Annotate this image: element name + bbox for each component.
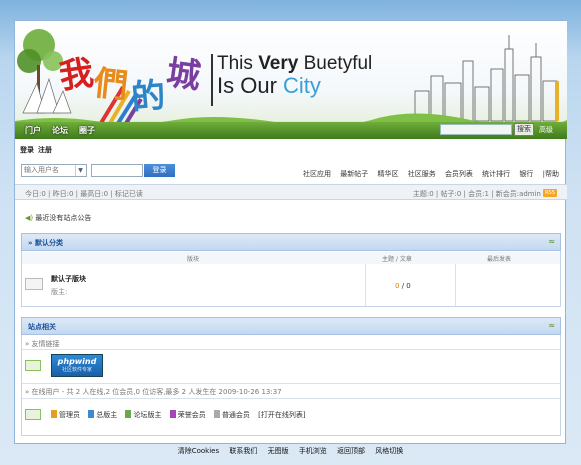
honor-member-icon [169, 410, 176, 418]
footer-contact[interactable]: 联系我们 [229, 447, 257, 455]
legend-label: 荣誉会员 [177, 411, 206, 419]
legend-forum-mod: 论坛版主 [125, 410, 162, 419]
category-title[interactable]: » 默认分类 [28, 238, 63, 248]
legend-label: 管理员 [59, 411, 80, 419]
stats-right: 主题:0 | 帖子:0 | 会员:1 | 新会员:admin [412, 190, 541, 198]
collapse-icon[interactable]: ≈ [548, 237, 555, 246]
partner-logo-sub: 社区软件专家 [61, 367, 92, 373]
friend-links-label: » 友情链接 [25, 340, 60, 348]
supermod-icon [88, 410, 95, 418]
links-icon [25, 360, 41, 371]
footer-back-to-top[interactable]: 返回顶部 [337, 447, 365, 455]
legend-admin: 管理员 [51, 410, 80, 419]
row-divider [455, 264, 456, 306]
forum-mod-icon [125, 410, 132, 418]
topnav-latest[interactable]: 最新帖子 [340, 170, 368, 178]
col-topics: 主题 / 文章 [382, 256, 412, 263]
page-container: 我 們 的 城 This Very Buetyful Is Our City 门… [14, 20, 567, 444]
admin-icon [51, 410, 57, 418]
footer-clear-cookies[interactable]: 清除Cookies [178, 447, 219, 455]
login-link[interactable]: 登录 [20, 146, 34, 154]
advanced-search-link[interactable]: 高级 [539, 125, 553, 135]
header-banner: 我 們 的 城 This Very Buetyful Is Our City 门… [15, 21, 567, 139]
topnav-bank[interactable]: 银行 [519, 170, 533, 178]
username-field[interactable]: 输入用户名 ▼ [21, 164, 87, 177]
rss-icon[interactable]: RSS [543, 189, 557, 197]
row-divider [365, 264, 366, 306]
logo-char-4: 城 [163, 52, 204, 98]
slogan: This Very Buetyful Is Our City [217, 53, 372, 99]
row-divider [22, 398, 560, 399]
partner-logo-phpwind[interactable]: phpwind 社区软件专家 [51, 354, 103, 377]
forum-name[interactable]: 默认子版块 [51, 274, 86, 284]
forum-column-header: 版块 主题 / 文章 最后发表 [21, 252, 561, 264]
legend-label: 普通会员 [221, 411, 250, 419]
regular-member-icon [213, 410, 220, 418]
footer-mobile[interactable]: 手机浏览 [299, 447, 327, 455]
logo-char-3: 的 [129, 75, 167, 119]
partner-logo-text: phpwind [57, 357, 97, 366]
category-header-default: » 默认分类 ≈ [21, 233, 561, 251]
col-forum: 版块 [187, 256, 200, 263]
topnav-members[interactable]: 会员列表 [445, 170, 473, 178]
category-header-site: 站点相关 ≈ [21, 317, 561, 335]
legend-honor: 荣誉会员 [169, 410, 206, 419]
post-count: 0 [406, 282, 411, 290]
legend-label: 论坛版主 [133, 411, 162, 419]
topnav-services[interactable]: 社区服务 [408, 170, 436, 178]
slogan-word: Is Our [217, 73, 284, 98]
topnav-apps[interactable]: 社区应用 [303, 170, 331, 178]
legend-label: 总版主 [96, 411, 118, 419]
stats-left: 今日:0 | 昨日:0 | 最高日:0 | 标记已读 [25, 190, 143, 198]
login-submit-button[interactable]: 登录 [144, 164, 175, 177]
slogan-word-highlight: City [283, 73, 321, 98]
slogan-word-bold: Very [258, 53, 304, 74]
slogan-word: This [217, 53, 259, 74]
forum-moderator: 版主: [51, 288, 68, 296]
slogan-divider [211, 54, 213, 106]
collapse-icon[interactable]: ≈ [548, 321, 555, 330]
search-button[interactable]: 搜索 [514, 123, 534, 136]
section-title: 站点相关 [28, 323, 56, 331]
search-input[interactable] [440, 124, 512, 135]
footer-text-version[interactable]: 无图版 [268, 447, 289, 455]
nav-groups[interactable]: 圈子 [79, 125, 95, 136]
stats-bar: 今日:0 | 昨日:0 | 最高日:0 | 标记已读 主题:0 | 帖子:0 |… [15, 184, 567, 200]
register-link[interactable]: 注册 [38, 146, 52, 154]
speaker-icon: ◀) [25, 214, 34, 222]
site-section-body [21, 335, 561, 436]
nav-portal[interactable]: 门户 [25, 125, 41, 136]
password-field[interactable] [91, 164, 143, 177]
legend-supermod: 总版主 [88, 410, 118, 419]
footer-style-switch[interactable]: 风格切换 [375, 447, 403, 455]
auth-links: 登录 注册 [20, 145, 56, 155]
topnav-stats[interactable]: 统计排行 [482, 170, 510, 178]
footer-links: 清除Cookies 联系我们 无图版 手机浏览 返回顶部 风格切换 [0, 446, 581, 456]
open-online-list-link[interactable]: [打开在线列表] [258, 411, 305, 419]
logo-char-2: 們 [91, 63, 130, 107]
nav-forum[interactable]: 论坛 [52, 125, 68, 136]
row-divider [22, 349, 560, 350]
chevron-down-icon[interactable]: ▼ [75, 165, 85, 176]
topnav-help[interactable]: |帮助 [543, 170, 559, 178]
legend-regular: 普通会员 [213, 410, 250, 419]
slogan-word: Buetyful [303, 53, 373, 74]
forum-counts: 0 / 0 [395, 282, 411, 290]
logo-char-1: 我 [56, 52, 97, 98]
announcement: ◀) 最近没有站点公告 [25, 213, 91, 223]
forum-status-icon [25, 278, 43, 290]
row-divider [22, 383, 560, 384]
online-icon [25, 409, 41, 420]
online-users-line: » 在线用户 - 共 2 人在线,2 位会员,0 位访客,最多 2 人发生在 2… [25, 388, 282, 396]
username-placeholder: 输入用户名 [24, 166, 59, 174]
announcement-text: 最近没有站点公告 [35, 214, 92, 222]
member-legend: 管理员 总版主 论坛版主 荣誉会员 普通会员 [打开在线列表] [51, 410, 312, 420]
top-nav: 社区应用 最新帖子 精华区 社区服务 会员列表 统计排行 银行 |帮助 [296, 169, 559, 179]
topnav-digest[interactable]: 精华区 [377, 170, 398, 178]
col-last-post: 最后发表 [487, 256, 512, 263]
